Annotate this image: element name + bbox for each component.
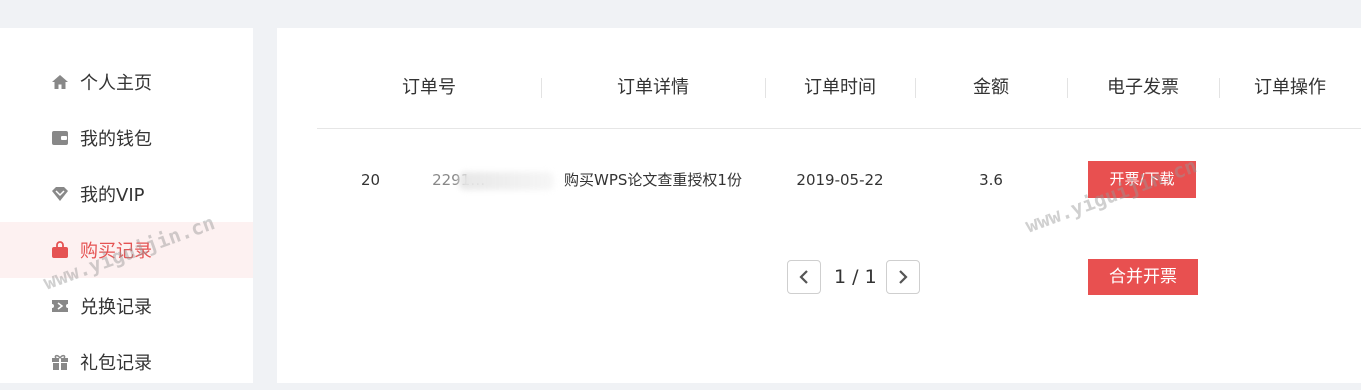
column-header-e-invoice: 电子发票	[1107, 77, 1179, 98]
sidebar-item-vip[interactable]: 我的VIP	[0, 166, 253, 222]
sidebar-item-label: 兑换记录	[80, 297, 152, 318]
amount-cell: 3.6	[979, 171, 1003, 189]
ticket-icon	[50, 296, 70, 316]
sidebar-item-gift-records[interactable]: 礼包记录	[0, 334, 253, 390]
sidebar-item-exchange-records[interactable]: 兑换记录	[0, 278, 253, 334]
pager-prev-button[interactable]	[787, 260, 821, 294]
sidebar-item-purchase-records[interactable]: 购买记录	[0, 222, 253, 278]
gift-icon	[50, 352, 70, 372]
diamond-icon	[50, 184, 70, 204]
orders-panel: 订单号 订单详情 订单时间 金额 电子发票 订单操作 202291… 购买WPS…	[277, 28, 1361, 383]
chevron-left-icon	[799, 270, 808, 284]
column-header-order-detail: 订单详情	[617, 77, 689, 98]
column-header-order-no: 订单号	[402, 77, 456, 98]
order-number-cell: 202291…	[361, 156, 554, 204]
sidebar-item-wallet[interactable]: 我的钱包	[0, 110, 253, 166]
chevron-right-icon	[899, 270, 908, 284]
home-icon	[50, 72, 70, 92]
order-detail-cell: 购买WPS论文查重授权1份	[564, 171, 742, 189]
column-header-amount: 金额	[973, 77, 1009, 98]
sidebar: 个人主页 我的钱包 我的VIP 购买记录 兑换记录 礼包记录	[0, 28, 253, 383]
sidebar-item-label: 我的钱包	[80, 129, 152, 150]
sidebar-item-label: 我的VIP	[80, 185, 145, 206]
merge-invoice-button[interactable]: 合并开票	[1088, 259, 1198, 295]
order-time-cell: 2019-05-22	[796, 171, 884, 189]
sidebar-item-home[interactable]: 个人主页	[0, 54, 253, 110]
table-header: 订单号 订单详情 订单时间 金额 电子发票 订单操作	[317, 68, 1361, 129]
table-row: 202291… 购买WPS论文查重授权1份 2019-05-22 3.6 开票/…	[317, 156, 1361, 204]
wallet-icon	[50, 128, 70, 148]
pager-next-button[interactable]	[886, 260, 920, 294]
invoice-download-button[interactable]: 开票/下载	[1088, 161, 1196, 198]
sidebar-item-label: 礼包记录	[80, 353, 152, 374]
column-header-order-time: 订单时间	[804, 77, 876, 98]
column-header-order-actions: 订单操作	[1254, 77, 1326, 98]
order-number-prefix: 20	[361, 171, 381, 189]
sidebar-item-label: 个人主页	[80, 73, 152, 94]
redaction-blur	[459, 172, 554, 190]
bag-icon	[50, 240, 70, 260]
pager-status: 1 / 1	[834, 266, 877, 288]
sidebar-item-label: 购买记录	[80, 241, 152, 262]
